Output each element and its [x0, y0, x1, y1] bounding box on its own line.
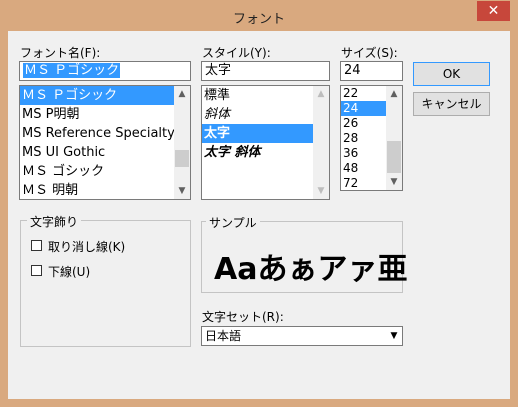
style-item-bold[interactable]: 太字	[202, 124, 313, 143]
scroll-down-icon[interactable]: ▼	[386, 174, 402, 190]
size-list-scrollbar[interactable]: ▲ ▼	[386, 86, 402, 190]
underline-label[interactable]: 下線(U)	[48, 263, 90, 280]
chevron-down-icon[interactable]: ▼	[386, 327, 402, 345]
font-size-list[interactable]: 22 24 26 28 36 48 72 ▲ ▼	[340, 85, 403, 191]
style-list-scrollbar[interactable]: ▲ ▼	[313, 86, 329, 199]
effects-group-title: 文字飾り	[27, 213, 82, 230]
font-name-list[interactable]: ＭＳ Ｐゴシック MS P明朝 MS Reference Specialty M…	[19, 85, 191, 200]
size-item[interactable]: 24	[341, 101, 386, 116]
style-item-bold-italic[interactable]: 太字 斜体	[202, 143, 313, 162]
size-item[interactable]: 48	[341, 161, 386, 176]
scroll-thumb[interactable]	[175, 150, 189, 167]
cancel-button[interactable]: キャンセル	[413, 92, 490, 116]
scroll-up-icon[interactable]: ▲	[174, 86, 190, 102]
script-label: 文字セット(R):	[202, 310, 284, 324]
sample-group-title: サンプル	[206, 214, 260, 231]
script-select[interactable]: 日本語 ▼	[201, 326, 403, 346]
font-item[interactable]: ＭＳ 明朝	[20, 181, 174, 199]
font-size-label: サイズ(S):	[341, 46, 398, 60]
font-size-input[interactable]: 24	[340, 61, 403, 81]
strikeout-label[interactable]: 取り消し線(K)	[48, 238, 125, 255]
size-item[interactable]: 26	[341, 116, 386, 131]
font-name-label: フォント名(F):	[20, 46, 101, 60]
size-item[interactable]: 72	[341, 176, 386, 190]
font-name-value: ＭＳ Ｐゴシック	[23, 63, 121, 78]
font-item[interactable]: MS UI Gothic	[20, 143, 174, 162]
font-style-label: スタイル(Y):	[202, 46, 271, 60]
script-value: 日本語	[205, 329, 242, 343]
ok-button[interactable]: OK	[413, 62, 490, 86]
font-style-input[interactable]: 太字	[201, 61, 330, 81]
size-item[interactable]: 22	[341, 86, 386, 101]
font-style-value: 太字	[205, 63, 232, 78]
scroll-down-icon[interactable]: ▼	[174, 183, 190, 199]
scroll-down-icon[interactable]: ▼	[313, 183, 329, 199]
scroll-thumb[interactable]	[387, 141, 401, 173]
close-button[interactable]: ✕	[477, 1, 510, 21]
font-item[interactable]: ＭＳ Ｐゴシック	[20, 86, 174, 105]
font-item[interactable]: ＭＳ ゴシック	[20, 162, 174, 181]
size-item[interactable]: 36	[341, 146, 386, 161]
scroll-up-icon[interactable]: ▲	[386, 86, 402, 102]
font-item[interactable]: MS Reference Specialty	[20, 124, 174, 143]
sample-text: Aaあぁアァ亜	[214, 252, 408, 287]
style-item-regular[interactable]: 標準	[202, 86, 313, 105]
window-title: フォント	[232, 12, 285, 27]
font-item[interactable]: MS P明朝	[20, 105, 174, 124]
underline-checkbox[interactable]	[31, 265, 42, 276]
scroll-up-icon[interactable]: ▲	[313, 86, 329, 102]
strikeout-checkbox[interactable]	[31, 240, 42, 251]
size-item[interactable]: 28	[341, 131, 386, 146]
style-item-italic[interactable]: 斜体	[202, 105, 313, 124]
font-list-scrollbar[interactable]: ▲ ▼	[174, 86, 190, 199]
font-name-input[interactable]: ＭＳ Ｐゴシック	[19, 61, 191, 81]
close-icon: ✕	[487, 3, 500, 19]
font-size-value: 24	[344, 63, 361, 78]
font-style-list[interactable]: 標準 斜体 太字 太字 斜体 ▲ ▼	[201, 85, 330, 200]
